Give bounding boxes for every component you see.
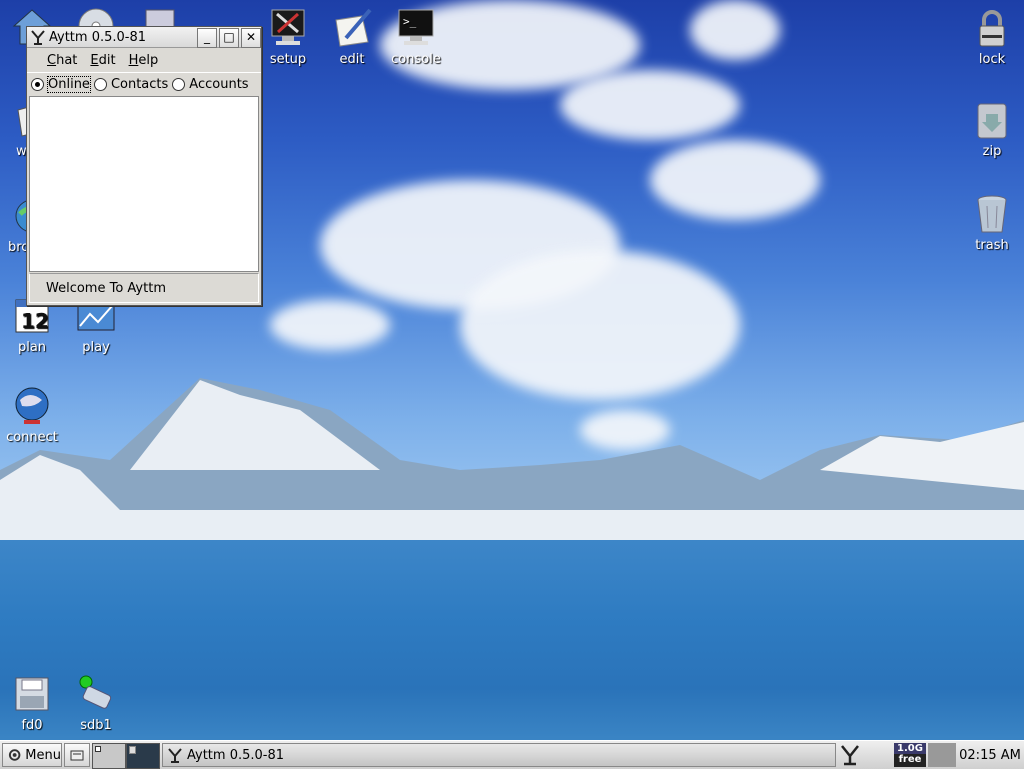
menubar: Chat Edit Help bbox=[27, 48, 261, 73]
icon-label: plan bbox=[17, 340, 47, 355]
workspace-window-marker bbox=[129, 746, 136, 754]
taskbar: Menu Ayttm 0.5.0-81 1.0G free 02:15 AM bbox=[0, 740, 1024, 769]
view-selector: Online Contacts Accounts bbox=[27, 73, 261, 95]
archive-icon bbox=[977, 103, 1007, 139]
minimize-button[interactable]: _ bbox=[197, 28, 217, 48]
network-globe-icon bbox=[15, 387, 49, 424]
radio-selected-icon bbox=[31, 77, 44, 91]
menu-chat[interactable]: Chat bbox=[47, 53, 77, 68]
trash-bin-icon bbox=[977, 195, 1007, 233]
icon-label: zip bbox=[982, 144, 1002, 159]
radio-unselected-icon bbox=[172, 77, 186, 91]
usb-drive-icon bbox=[79, 675, 112, 709]
desktop-icon-sdb1[interactable]: sdb1 bbox=[64, 674, 128, 733]
start-menu-button[interactable]: Menu bbox=[2, 743, 62, 767]
ayttm-window: Ayttm 0.5.0-81 _ □ ✕ Chat Edit Help Onli… bbox=[26, 26, 262, 306]
edit-pen-icon bbox=[335, 8, 372, 47]
contact-list[interactable] bbox=[29, 96, 259, 272]
menu-edit[interactable]: Edit bbox=[90, 53, 115, 68]
clock[interactable]: 02:15 AM bbox=[958, 743, 1022, 767]
menu-gear-icon bbox=[8, 749, 21, 761]
radio-contacts[interactable]: Contacts bbox=[93, 76, 169, 92]
radio-label: Contacts bbox=[110, 76, 169, 92]
svg-text:>_: >_ bbox=[403, 15, 417, 28]
minimize-icon: _ bbox=[204, 30, 210, 44]
task-label: Ayttm 0.5.0-81 bbox=[187, 747, 285, 763]
task-ayttm[interactable]: Ayttm 0.5.0-81 bbox=[162, 743, 836, 767]
radio-online[interactable]: Online bbox=[31, 75, 91, 93]
icon-label: play bbox=[82, 340, 110, 355]
desktop-icon-lock[interactable]: lock bbox=[960, 8, 1024, 67]
ayttm-tray-icon bbox=[841, 745, 859, 766]
maximize-icon: □ bbox=[223, 30, 235, 44]
calendar-day-number: 12 bbox=[21, 309, 49, 333]
icon-label: sdb1 bbox=[80, 718, 112, 733]
radio-accounts[interactable]: Accounts bbox=[172, 76, 249, 92]
desktop-icon-console[interactable]: >_ console bbox=[384, 8, 448, 67]
setup-tools-icon bbox=[271, 9, 305, 45]
disk-size: 1.0G bbox=[894, 743, 926, 754]
icon-label: trash bbox=[975, 238, 1009, 253]
tray-ayttm[interactable] bbox=[838, 743, 862, 767]
floppy-drive-icon bbox=[15, 677, 49, 711]
icon-label: edit bbox=[339, 52, 365, 67]
window-titlebar[interactable]: Ayttm 0.5.0-81 _ □ ✕ bbox=[27, 27, 261, 48]
clock-time: 02:15 AM bbox=[959, 747, 1021, 763]
window-title: Ayttm 0.5.0-81 bbox=[49, 29, 147, 45]
desktop-icon-zip[interactable]: zip bbox=[960, 100, 1024, 159]
wallpaper-water bbox=[0, 540, 1024, 768]
icon-label: setup bbox=[269, 52, 307, 67]
ayttm-app-icon bbox=[31, 30, 45, 45]
icon-label: connect bbox=[6, 430, 58, 445]
radio-label: Accounts bbox=[189, 76, 249, 92]
ayttm-app-icon bbox=[168, 748, 182, 763]
desktop-icon-edit[interactable]: edit bbox=[320, 8, 384, 67]
status-text: Welcome To Ayttm bbox=[46, 280, 166, 296]
workspace-2[interactable] bbox=[126, 743, 160, 769]
icon-label: fd0 bbox=[21, 718, 43, 733]
close-icon: ✕ bbox=[245, 30, 257, 44]
desktop-icon-setup[interactable]: setup bbox=[256, 8, 320, 67]
desktop-icon-trash[interactable]: trash bbox=[960, 194, 1024, 253]
disk-free-monitor[interactable]: 1.0G free bbox=[894, 743, 926, 767]
console-terminal-icon: >_ bbox=[398, 9, 434, 45]
desktop-icon-fd0[interactable]: fd0 bbox=[0, 674, 64, 733]
status-bar: Welcome To Ayttm bbox=[29, 273, 259, 303]
show-desktop-icon bbox=[70, 750, 84, 761]
start-menu-label: Menu bbox=[25, 747, 61, 763]
show-desktop-button[interactable] bbox=[64, 743, 90, 767]
disk-free-label: free bbox=[898, 754, 922, 765]
icon-label: console bbox=[391, 52, 441, 67]
icon-label: lock bbox=[978, 52, 1006, 67]
desktop-icon-connect[interactable]: connect bbox=[0, 386, 64, 445]
workspace-1[interactable] bbox=[92, 743, 126, 769]
radio-unselected-icon bbox=[93, 77, 107, 91]
wallpaper-mountains bbox=[0, 378, 1024, 540]
workspace-window-marker bbox=[95, 746, 101, 752]
menu-help[interactable]: Help bbox=[129, 53, 159, 68]
maximize-button[interactable]: □ bbox=[219, 28, 239, 48]
padlock-icon bbox=[979, 10, 1005, 47]
tray-spacer bbox=[928, 743, 956, 767]
close-button[interactable]: ✕ bbox=[241, 28, 261, 48]
radio-label: Online bbox=[47, 75, 91, 93]
